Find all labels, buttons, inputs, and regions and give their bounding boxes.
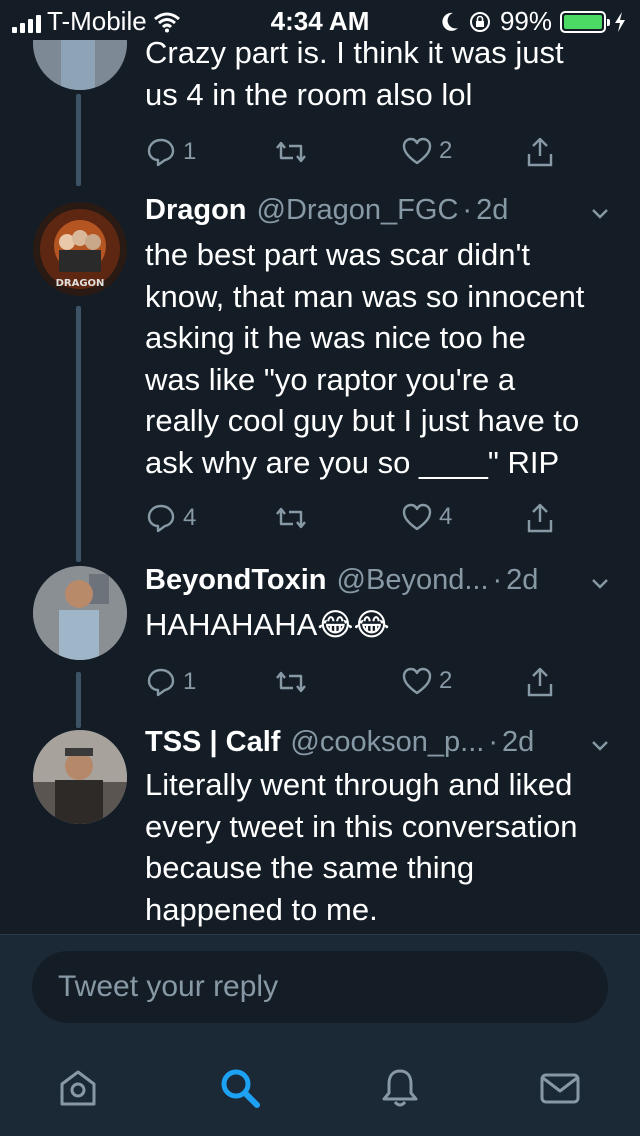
tweet-text: Crazy part is. I think it was just us 4 … [145,32,612,115]
reply-button[interactable]: 4 [145,502,196,534]
user-handle[interactable]: @Dragon_FGC [257,194,459,227]
avatar[interactable] [33,730,127,824]
reply-icon [147,138,175,167]
tweet-text-line: know, that man was so innocent [145,278,585,314]
avatar-photo [33,566,127,660]
reply-bar [0,934,640,1044]
charging-icon [615,11,625,32]
tweet-actions: 1 2 [145,136,585,172]
reply-icon [147,504,175,533]
thread-line [76,672,81,728]
share-button[interactable] [525,666,555,698]
tab-messages[interactable] [538,1066,582,1110]
chevron-down-icon[interactable] [590,736,610,756]
tweet-actions: 1 2 [145,666,585,702]
user-handle[interactable]: @cookson_p... [290,726,484,759]
like-count: 2 [439,667,453,694]
like-button[interactable]: 4 [401,502,452,532]
retweet-icon [276,141,306,163]
share-icon [527,667,553,697]
reply-count: 4 [183,504,197,531]
tweet-text-line: the best part was scar didn't [145,237,531,272]
heart-icon [402,503,432,531]
like-count: 4 [439,503,453,530]
retweet-icon [276,507,306,529]
like-button[interactable]: 2 [401,666,452,696]
tweet-time: 2d [501,726,535,758]
retweet-button[interactable] [273,666,309,698]
tweet-text-line: was like "yo raptor you're a [145,361,516,397]
tab-bar [0,1044,640,1136]
tweet-header: Dragon @Dragon_FGC · 2d [145,194,610,227]
tweet-2[interactable]: BeyondToxin @Beyond... · 2d HAHAHAHA😂😂 1… [0,560,640,728]
avatar-photo: DRAGON [33,202,127,296]
status-right: 99% [440,6,626,37]
tweet-text-line: because the same thing [145,850,475,885]
tweet-text-line: us 4 in the room also lol [145,76,473,112]
reply-button[interactable]: 1 [145,666,196,698]
do-not-disturb-icon [442,12,458,31]
reply-count: 1 [183,138,197,165]
display-name[interactable]: BeyondToxin [145,564,327,597]
tweet-header: TSS | Calf @cookson_p... · 2d [145,726,610,759]
tweet-time: 2d [476,194,509,226]
share-button[interactable] [525,136,555,168]
reply-icon [147,668,175,697]
tab-search[interactable] [218,1066,262,1110]
user-handle[interactable]: @Beyond... [337,564,489,597]
display-name[interactable]: TSS | Calf [145,726,280,759]
tweet-text-line: HAHAHAHA😂😂 [145,607,390,642]
tweet-text: Literally went through and liked every t… [145,764,612,930]
battery-percent: 99% [499,6,552,36]
heart-icon [402,667,432,695]
tweet-time: 2d [506,564,539,596]
notifications-icon [382,1069,418,1107]
tweet-text-line: Literally went through and liked [145,767,573,802]
tweet-text: HAHAHAHA😂😂 [145,604,612,646]
reply-button[interactable]: 1 [145,136,196,168]
search-icon [221,1069,260,1108]
thread-line [76,306,81,562]
avatar[interactable] [33,566,127,660]
messages-icon [540,1073,580,1104]
battery-icon [560,10,610,33]
like-button[interactable]: 2 [401,136,452,166]
retweet-icon [276,671,306,693]
like-count: 2 [439,137,453,164]
tweet-text-line: every tweet in this conversation [145,808,578,844]
chevron-down-icon[interactable] [590,204,610,224]
share-icon [527,503,553,533]
tweet-text-line: happened to me. [145,891,378,927]
status-bar: T-Mobile 4:34 AM 99% [0,0,640,40]
separator-dot: · [492,564,503,596]
separator-dot: · [462,194,473,226]
chevron-down-icon[interactable] [590,574,610,594]
avatar-label: DRAGON [56,278,105,289]
heart-icon [402,137,432,165]
display-name[interactable]: Dragon [145,194,247,227]
tweet-text-line: really cool guy but I just have to [145,403,580,438]
reply-input[interactable] [32,951,608,1023]
separator-dot: · [488,726,498,758]
tab-home[interactable] [56,1066,100,1110]
tab-notifications[interactable] [378,1066,422,1110]
share-icon [527,137,553,167]
tweet-text-line: ask why are you so ____" RIP [145,444,560,480]
tweet-text-line: asking it he was nice too he [145,320,526,355]
thread-line [76,94,81,186]
tweet-actions: 4 4 [145,502,585,538]
tweet-header: BeyondToxin @Beyond... · 2d [145,564,610,597]
tweet-text: the best part was scar didn't know, that… [145,234,612,483]
avatar[interactable]: DRAGON [33,202,127,296]
tweet-3[interactable]: TSS | Calf @cookson_p... · 2d Literally … [0,722,640,934]
reply-count: 1 [183,668,197,695]
retweet-button[interactable] [273,502,309,534]
tweet-1[interactable]: DRAGON Dragon @Dragon_FGC · 2d the best … [0,190,640,562]
share-button[interactable] [525,502,555,534]
avatar-photo [33,730,127,824]
rotation-lock-icon [469,11,490,32]
retweet-button[interactable] [273,136,309,168]
home-icon [60,1070,96,1106]
